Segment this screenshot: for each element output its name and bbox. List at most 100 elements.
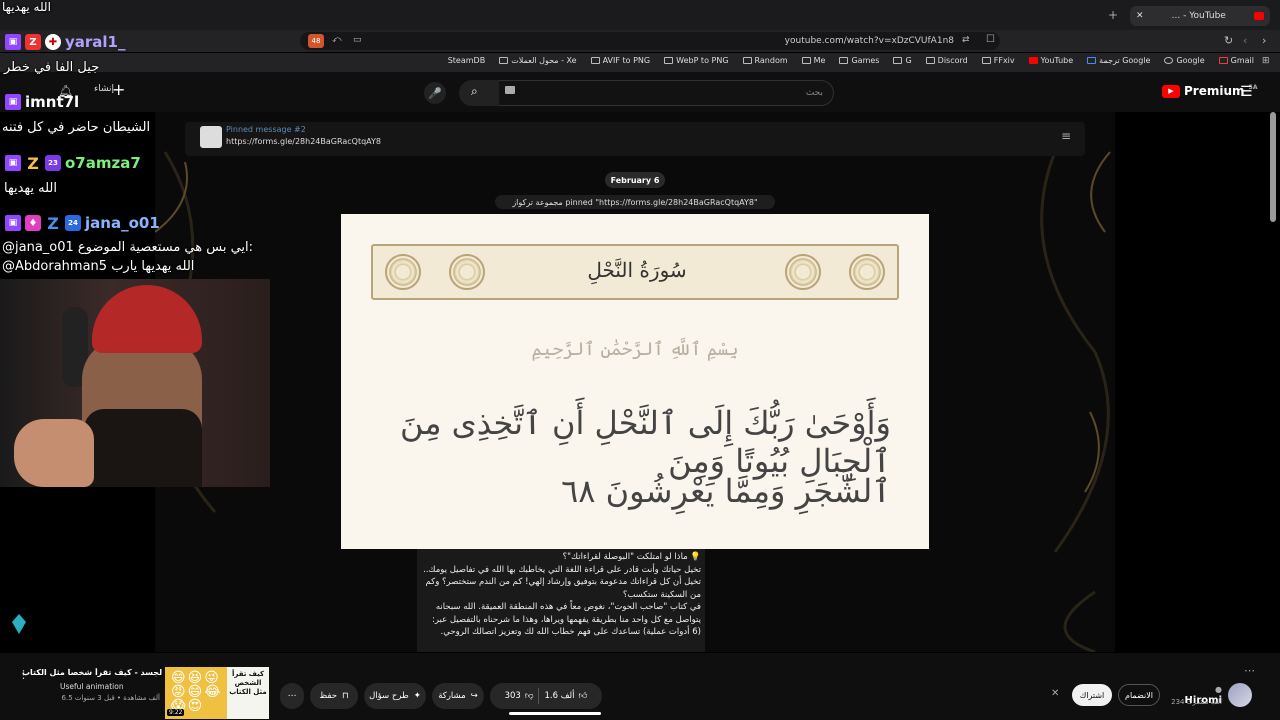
search-placeholder: بحث	[805, 88, 823, 98]
bookmark-item[interactable]: Gmail	[1218, 56, 1254, 65]
pin-notice: مجموعة تركواز pinned "https://forms.gle/…	[495, 195, 775, 209]
bookmarks-list: Gmail Google ترجمة Google YouTube FFxiv …	[448, 56, 1254, 65]
video-duration: 9:22	[167, 709, 185, 716]
bookmark-folder[interactable]: Discord	[925, 56, 968, 65]
bookmark-folder[interactable]: Random	[742, 56, 788, 65]
twitch-icon: ▣	[5, 34, 21, 50]
translate-icon[interactable]: ⇄	[962, 35, 970, 45]
channel-avatar[interactable]	[1228, 683, 1252, 707]
folder-icon	[981, 57, 991, 64]
chat-username: jana_o01	[85, 214, 160, 232]
browser-tab[interactable]: ✕ ... - YouTube	[1130, 6, 1270, 26]
save-button[interactable]: حفظ ⊓	[310, 683, 358, 709]
more-options-icon[interactable]: ⋯	[1244, 664, 1255, 677]
search-input[interactable]: بحث	[460, 80, 834, 106]
twitch-icon: ▣	[5, 94, 21, 110]
close-icon[interactable]: ✕	[1051, 688, 1059, 699]
folder-icon	[839, 57, 849, 64]
tab-prefix: ...	[1171, 11, 1181, 21]
google-icon	[1164, 57, 1174, 64]
chat-username: o7amza7	[65, 154, 141, 172]
next-video-menu-icon[interactable]: ⋮	[18, 668, 29, 681]
forward-icon[interactable]: ›	[1262, 34, 1266, 47]
video-player[interactable]: Pinned message #2 https://forms.gle/28h2…	[155, 112, 1115, 652]
post-line: في كتاب "صاحب الحوت"، نغوص معاً في هذه ا…	[431, 602, 701, 637]
keyboard-icon[interactable]	[505, 86, 515, 94]
subscribe-button[interactable]: اشتراك	[1072, 684, 1112, 706]
pinned-message-link[interactable]: https://forms.gle/28h24BaGRacQtqAY8	[226, 137, 381, 146]
chat-user: ▣ Z 23 o7amza7	[5, 154, 141, 173]
beanie	[92, 285, 202, 353]
youtube-play-icon: ▶	[1162, 84, 1180, 98]
bookmark-item[interactable]: Google	[1164, 56, 1205, 65]
apps-grid-icon[interactable]: ⊞	[1262, 56, 1270, 66]
z-badge-icon: Z	[25, 34, 41, 50]
twitch-icon: ▣	[5, 155, 21, 171]
twitch-icon: ▣	[5, 215, 21, 231]
next-video-channel[interactable]: Useful animation	[60, 682, 160, 691]
bookmark-folder[interactable]: Games	[839, 56, 879, 65]
emoji-faces: 😄😆😜😡😄😂😱😍	[171, 670, 223, 714]
search-button[interactable]: ⌕	[459, 80, 515, 106]
pinned-list-icon[interactable]: ≡	[1061, 129, 1071, 143]
bookmark-folder[interactable]: G	[893, 56, 912, 65]
chat-message: @Abdorahman5 الله يهديها يارب	[2, 259, 195, 274]
voice-search-icon[interactable]: 🎤	[424, 82, 446, 104]
scroll-indicator	[509, 712, 601, 715]
new-tab-icon[interactable]: +	[1108, 8, 1118, 22]
share-icon: ↪	[470, 691, 478, 701]
close-tab-icon[interactable]: ✕	[1136, 11, 1144, 21]
back-icon[interactable]: ‹	[1243, 34, 1247, 47]
sub-badge-icon: 24	[65, 215, 81, 231]
bookmark-icon: ⊓	[341, 691, 349, 701]
extension-count: 48	[311, 37, 321, 45]
bookmark-item[interactable]: SteamDB	[448, 56, 485, 65]
bookmark-item[interactable]: محول العملات - Xe	[499, 56, 577, 65]
search-icon: ⌕	[471, 84, 478, 98]
dislike-button[interactable]: 303 👎︎	[505, 691, 534, 701]
chat-message: الله يهديها	[4, 181, 57, 196]
bookmark-item[interactable]: WebP to PNG	[664, 56, 729, 65]
ayah-line-2: ٱلشَّجَرِ وَمِمَّا يَعْرِشُونَ ٦٨	[561, 472, 891, 510]
share-button[interactable]: مشاركة ↪	[432, 683, 484, 709]
ellipsis-icon: ⋯	[287, 691, 297, 701]
basmala: بِسْمِ ٱللَّهِ ٱلرَّحْمَٰنِ ٱلرَّحِيمِ	[531, 339, 739, 360]
more-actions-button[interactable]: ⋯	[280, 683, 304, 709]
chat-message: جيل الفا في خطر	[4, 60, 100, 75]
folder-icon	[742, 57, 752, 64]
image-icon	[664, 57, 674, 64]
cast-icon[interactable]: ▭	[353, 35, 362, 45]
chat-message: الله يهديها	[2, 0, 51, 14]
share-page-icon[interactable]: ⤺	[332, 35, 342, 45]
chat-message: @jana_o01 ايي بس هي مستعصية الموضوع:	[2, 240, 254, 255]
post-line: تخيل حياتك وأنت قادر على قراءة اللغة الت…	[423, 564, 701, 600]
brave-shield-icon[interactable]: 48	[308, 34, 324, 48]
create-button[interactable]: إنشاء	[94, 84, 114, 94]
chat-username: yaral1_	[65, 33, 126, 51]
url-field[interactable]: youtube.com/watch?v=xDzCVUfA1n8	[300, 32, 1000, 50]
hamburger-menu-icon[interactable]: ☰	[1240, 84, 1253, 100]
folder-icon	[925, 57, 935, 64]
bookmark-folder[interactable]: Me	[801, 56, 825, 65]
bookmark-item[interactable]: YouTube	[1028, 56, 1073, 65]
youtube-bookmark-icon	[1028, 57, 1038, 64]
pinned-message-title: Pinned message #2	[226, 125, 306, 134]
join-button[interactable]: الانضمام	[1118, 684, 1160, 706]
gmail-icon	[1218, 57, 1228, 64]
thumbnail-caption: كيف تقرأ الشخص مثل الكتاب	[227, 667, 269, 719]
page-scrollbar[interactable]	[1270, 112, 1276, 222]
ask-button[interactable]: طرح سؤال ✦	[364, 683, 426, 709]
bookmark-star-icon[interactable]: ☐	[986, 34, 995, 45]
post-line: 💡 ماذا لو امتلكت "البوصلة لقراءاتك"؟	[562, 552, 701, 562]
like-button[interactable]: 1.6 ألف 👍︎	[544, 691, 587, 701]
reload-icon[interactable]: ↻	[1224, 34, 1233, 47]
channel-post-text: 💡 ماذا لو امتلكت "البوصلة لقراءاتك"؟ تخي…	[417, 549, 705, 652]
next-video-title[interactable]: تعلم لغة الجسد - كيف تقرأ شخصاً مثل الكت…	[22, 668, 162, 677]
bookmark-item[interactable]: AVIF to PNG	[590, 56, 650, 65]
next-video-thumbnail[interactable]: 😄😆😜😡😄😂😱😍 كيف تقرأ الشخص مثل الكتاب 9:22	[165, 667, 269, 719]
crystal-icon	[12, 614, 26, 634]
chat-username: imnt7l	[25, 93, 80, 111]
bookmark-folder[interactable]: FFxiv	[981, 56, 1015, 65]
bookmark-item[interactable]: ترجمة Google	[1087, 56, 1150, 65]
folder-icon	[801, 57, 811, 64]
